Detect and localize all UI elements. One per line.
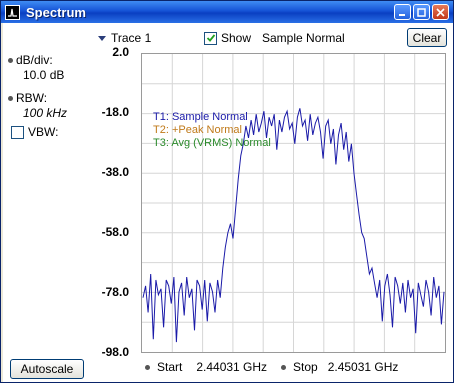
legend-entry-t1: T1: Sample Normal (153, 111, 248, 123)
maximize-button[interactable] (413, 4, 430, 20)
checkmark-icon (206, 34, 215, 42)
y-tick-label: -78.0 (101, 285, 129, 299)
legend-entry-t2: T2: +Peak Normal (153, 124, 242, 136)
dbdiv-label: dB/div: (16, 53, 53, 67)
show-checkbox[interactable] (204, 31, 217, 45)
pin-icon (281, 364, 286, 370)
vbw-checkbox[interactable] (11, 125, 24, 139)
stop-frequency[interactable]: Stop 2.45031 GHz (281, 360, 398, 374)
window-title: Spectrum (26, 4, 86, 20)
vbw-label: VBW: (28, 125, 59, 139)
vbw-toggle[interactable]: VBW: (11, 125, 58, 139)
show-toggle[interactable]: Show (204, 29, 251, 47)
legend-entry-t3: T3: Avg (VRMS) Normal (153, 137, 271, 149)
stop-label: Stop (293, 360, 318, 374)
maximize-icon (417, 7, 426, 17)
close-icon (436, 7, 445, 17)
rbw-value-field[interactable]: 100 kHz (23, 106, 68, 120)
pin-icon (145, 364, 150, 370)
show-label: Show (221, 31, 252, 45)
spectrum-chart (142, 54, 445, 352)
spectrum-window: Spectrum Trace 1 Show Sample Normal Clea… (0, 0, 454, 383)
sample-mode-text: Sample Normal (262, 31, 345, 45)
clear-button[interactable]: Clear (407, 28, 447, 47)
spectrum-app-icon (5, 4, 20, 20)
stop-value: 2.45031 GHz (327, 360, 399, 374)
start-value: 2.44031 GHz (196, 360, 268, 374)
spectrum-panel: Trace 1 Show Sample Normal Clear dB/div:… (3, 23, 453, 382)
pin-icon (8, 58, 13, 64)
spectrum-plot[interactable] (141, 53, 446, 353)
minimize-icon (399, 13, 405, 16)
y-tick-label: -58.0 (101, 225, 129, 239)
y-tick-label: -38.0 (101, 165, 129, 179)
start-label: Start (157, 360, 183, 374)
dbdiv-label-row: dB/div: (8, 53, 53, 67)
pin-icon (8, 96, 13, 102)
autoscale-button[interactable]: Autoscale (10, 359, 84, 379)
dropdown-arrow-icon (98, 35, 106, 41)
y-tick-label: 2.0 (112, 45, 129, 59)
rbw-label: RBW: (16, 91, 48, 105)
dbdiv-value-field[interactable]: 10.0 dB (23, 68, 65, 82)
y-tick-label: -18.0 (101, 105, 129, 119)
start-frequency[interactable]: Start 2.44031 GHz (145, 360, 267, 374)
trace-selector-label: Trace 1 (111, 31, 152, 45)
y-tick-label: -98.0 (101, 345, 129, 359)
rbw-label-row: RBW: (8, 91, 47, 105)
close-button[interactable] (432, 4, 449, 20)
minimize-button[interactable] (394, 4, 411, 20)
title-bar[interactable]: Spectrum (1, 1, 453, 23)
